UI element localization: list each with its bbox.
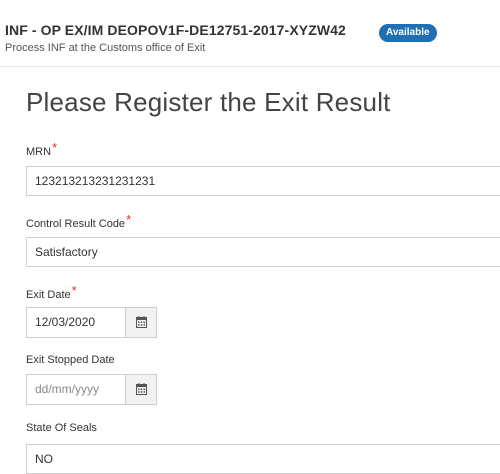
control-result-code-label-text: Control Result Code [26,218,126,230]
required-marker: * [52,140,58,155]
task-subtitle: Process INF at the Customs office of Exi… [5,42,206,54]
exit-date-picker-button[interactable] [125,308,156,337]
exit-stopped-date-label: Exit Stopped Date [26,354,115,366]
mrn-label: MRN* [26,140,58,158]
exit-stopped-date-picker-button[interactable] [125,375,156,404]
task-header: INF - OP EX/IM DEOPOV1F-DE12751-2017-XYZ… [0,0,500,67]
required-marker: * [126,212,132,227]
calendar-icon [136,383,147,395]
control-result-code-label: Control Result Code* [26,212,132,230]
state-of-seals-label: State Of Seals [26,422,97,434]
exit-date-field: 12/03/2020 [26,307,157,338]
calendar-icon [136,316,147,328]
exit-date-label-text: Exit Date [26,289,71,301]
status-badge: Available [379,24,437,42]
task-title: INF - OP EX/IM DEOPOV1F-DE12751-2017-XYZ… [5,22,346,38]
mrn-input[interactable]: 123213213231231231 [26,166,500,196]
exit-date-input[interactable]: 12/03/2020 [27,308,125,337]
exit-stopped-date-field: dd/mm/yyyy [26,374,157,405]
form-title: Please Register the Exit Result [26,87,391,117]
exit-date-label: Exit Date* [26,283,77,301]
state-of-seals-input[interactable]: NO [26,444,500,474]
required-marker: * [71,283,77,298]
control-result-code-input[interactable]: Satisfactory [26,237,500,267]
exit-result-page: INF - OP EX/IM DEOPOV1F-DE12751-2017-XYZ… [0,0,500,474]
mrn-label-text: MRN [26,146,52,158]
exit-stopped-date-input[interactable]: dd/mm/yyyy [27,375,125,404]
